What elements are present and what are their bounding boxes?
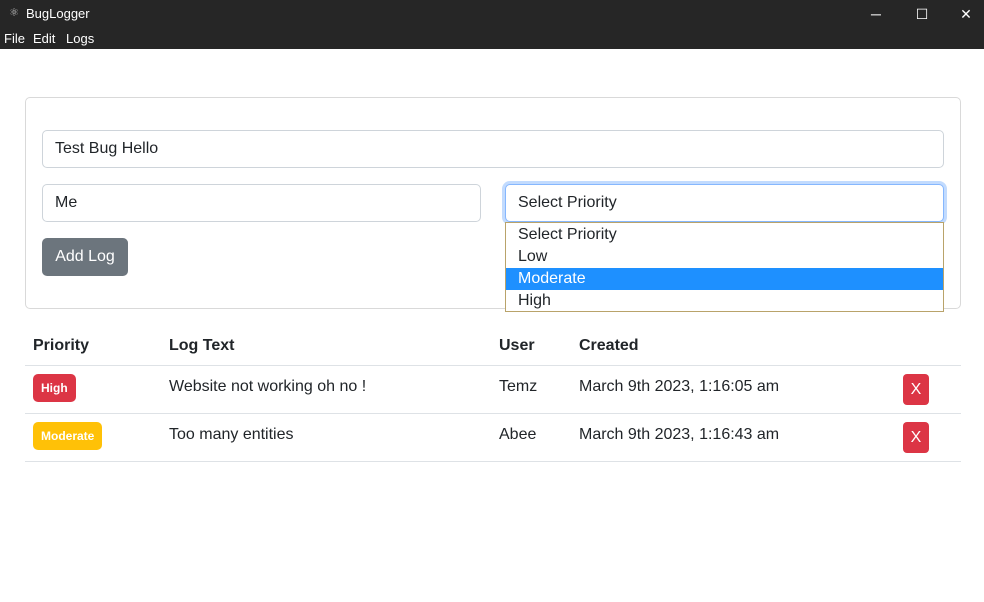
created-cell: March 9th 2023, 1:16:05 am (579, 378, 780, 395)
priority-option-moderate[interactable]: Moderate (506, 268, 943, 290)
add-log-button[interactable]: Add Log (42, 238, 128, 276)
title-bar: ⚛ BugLogger ─ ☐ ✕ (0, 0, 984, 28)
close-button[interactable]: ✕ (943, 0, 984, 28)
priority-option-select[interactable]: Select Priority (506, 224, 943, 246)
minimize-button[interactable]: ─ (853, 0, 899, 28)
menu-bar: File Edit Logs (0, 28, 984, 49)
user-cell: Temz (499, 378, 538, 395)
menu-edit[interactable]: Edit (33, 31, 55, 47)
header-log-text: Log Text (169, 337, 235, 354)
log-text-cell: Too many entities (169, 426, 294, 443)
table-row: High Website not working oh no ! Temz Ma… (25, 366, 961, 414)
maximize-icon: ☐ (915, 5, 929, 22)
window-title: BugLogger (26, 6, 90, 21)
priority-badge: High (33, 374, 76, 402)
header-priority: Priority (33, 337, 90, 354)
menu-logs[interactable]: Logs (66, 31, 94, 47)
priority-option-high[interactable]: High (506, 290, 943, 312)
menu-file[interactable]: File (4, 31, 25, 47)
log-text-cell: Website not working oh no ! (169, 378, 367, 395)
table-row: Moderate Too many entities Abee March 9t… (25, 414, 961, 462)
header-created: Created (579, 337, 639, 354)
minimize-icon: ─ (871, 6, 881, 22)
priority-select[interactable]: Select Priority (505, 184, 944, 222)
log-text-input[interactable]: Test Bug Hello (42, 130, 944, 168)
user-input[interactable]: Me (42, 184, 481, 222)
user-cell: Abee (499, 426, 537, 443)
priority-dropdown-list: Select Priority Low Moderate High (505, 222, 944, 312)
close-icon: ✕ (960, 5, 972, 22)
priority-badge: Moderate (33, 422, 103, 450)
delete-button[interactable]: X (903, 374, 929, 405)
priority-option-low[interactable]: Low (506, 246, 943, 268)
header-user: User (499, 337, 535, 354)
atom-icon: ⚛ (9, 7, 19, 19)
maximize-button[interactable]: ☐ (899, 0, 945, 28)
created-cell: March 9th 2023, 1:16:43 am (579, 426, 780, 443)
delete-button[interactable]: X (903, 422, 929, 453)
